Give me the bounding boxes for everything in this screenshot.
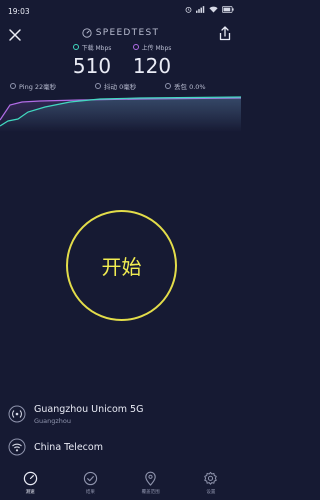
server-icon (8, 405, 26, 423)
download-value: 510 (72, 54, 112, 78)
nav-label-speed: 测速 (25, 490, 35, 495)
wifi-provider-icon (8, 438, 26, 456)
server-info[interactable]: Guangzhou Unicom 5G Guangzhou (8, 402, 233, 430)
share-icon[interactable] (219, 26, 231, 41)
status-bar: 19:03 (0, 0, 241, 22)
speedometer-icon (23, 471, 37, 486)
nav-item-speed[interactable]: 测速 (0, 468, 60, 500)
nav-item-coverage[interactable]: 覆盖范围 (121, 468, 181, 500)
check-circle-icon (83, 471, 98, 486)
speedtest-screen: 19:03 SPEEDTEST 下载 Mbps 510 上传 Mbps 120 … (0, 0, 241, 500)
download-label: 下载 Mbps (81, 44, 112, 52)
isp-info: China Telecom (8, 438, 233, 458)
download-arrow-icon (72, 44, 79, 50)
server-location: Guangzhou (34, 417, 72, 425)
start-label: 开始 (101, 255, 142, 279)
status-icons (185, 6, 234, 13)
nav-item-settings[interactable]: 设置 (181, 468, 241, 500)
speedtest-logo-icon (82, 28, 92, 38)
nav-label-coverage: 覆盖范围 (141, 490, 160, 495)
upload-label: 上传 Mbps (141, 44, 172, 52)
nav-item-results[interactable]: 结果 (60, 468, 120, 500)
speed-graph (0, 96, 241, 132)
upload-arrow-icon (132, 44, 139, 50)
nav-label-settings: 设置 (206, 490, 216, 495)
upload-metric: 上传 Mbps 120 (122, 42, 182, 77)
signal-icon (196, 6, 205, 13)
isp-name: China Telecom (34, 442, 103, 453)
wifi-icon (209, 6, 218, 13)
upload-value: 120 (132, 54, 172, 78)
bottom-nav: 测速 结果 覆盖范围 设置 (0, 468, 241, 500)
battery-icon (222, 6, 234, 13)
map-pin-icon (145, 471, 156, 486)
download-metric: 下载 Mbps 510 (62, 42, 122, 77)
server-name: Guangzhou Unicom 5G (34, 404, 144, 415)
alarm-icon (185, 6, 192, 13)
gear-icon (204, 471, 218, 485)
brand-header: SPEEDTEST (0, 28, 241, 38)
brand-title: SPEEDTEST (95, 28, 160, 38)
status-time: 19:03 (8, 7, 30, 16)
nav-label-results: 结果 (85, 490, 95, 495)
start-button[interactable]: 开始 (66, 210, 177, 321)
